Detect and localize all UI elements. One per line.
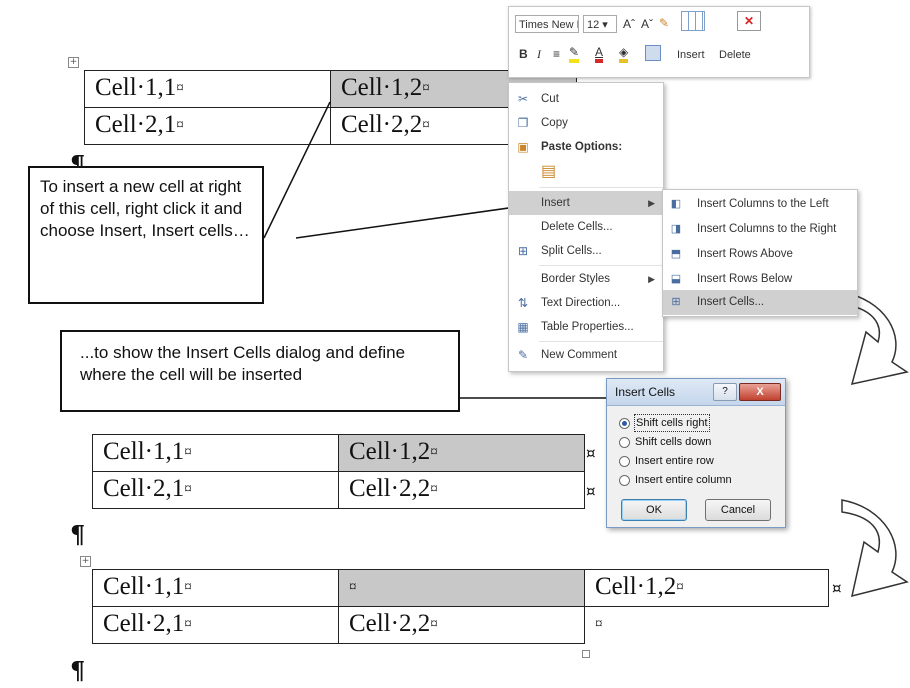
radio-label: Shift cells down: [635, 436, 712, 448]
menu-item-label: Cut: [541, 93, 559, 105]
insert-cells-icon: ⊞: [671, 296, 681, 308]
menu-item-label: New Comment: [541, 349, 618, 361]
menu-item-insert[interactable]: Insert ▶: [509, 191, 663, 215]
leader-line: [295, 202, 545, 239]
menu-item-cut[interactable]: ✂ Cut: [509, 87, 663, 111]
scissors-icon: ✂: [517, 92, 529, 106]
menu-item-insert-rows-below[interactable]: ⬓ Insert Rows Below: [663, 267, 857, 292]
submenu-arrow-icon: ▶: [648, 198, 655, 208]
radio-unchecked-icon: [619, 456, 630, 467]
insert-rows-above-icon: ⬒: [670, 248, 682, 260]
text-direction-icon: ⇅: [517, 296, 529, 310]
menu-item-label: Paste Options:: [541, 141, 623, 153]
menu-item-label: Copy: [541, 117, 568, 129]
menu-item-label: Insert Columns to the Left: [697, 198, 829, 210]
menu-item-insert-cells[interactable]: ⊞ Insert Cells...: [663, 290, 857, 315]
center-align-icon[interactable]: ≡: [553, 47, 560, 61]
menu-item-label: Insert Columns to the Right: [697, 223, 837, 235]
radio-insert-entire-row[interactable]: Insert entire row: [619, 453, 779, 469]
italic-icon[interactable]: I: [537, 47, 541, 61]
borders-icon[interactable]: [645, 45, 661, 61]
menu-item-label: Delete Cells...: [541, 221, 613, 233]
menu-item-label: Table Properties...: [541, 321, 634, 333]
ok-button[interactable]: OK: [621, 499, 687, 521]
paste-keep-formatting-icon[interactable]: ▤: [541, 161, 563, 183]
font-size-box[interactable]: 12 ▾: [583, 15, 617, 33]
leader-line: [263, 101, 331, 239]
menu-item-insert-rows-above[interactable]: ⬒ Insert Rows Above: [663, 242, 857, 267]
split-cells-icon: ⊞: [517, 244, 529, 258]
dialog-title-bar[interactable]: Insert Cells ? X: [607, 379, 785, 406]
radio-checked-icon: [619, 418, 630, 429]
comment-icon: ✎: [517, 348, 529, 362]
radio-label: Insert entire column: [635, 474, 732, 486]
menu-separator: [539, 187, 663, 188]
menu-item-label: Insert Cells...: [697, 296, 765, 308]
delete-label[interactable]: Delete: [719, 49, 751, 61]
menu-item-copy[interactable]: ❐ Copy: [509, 111, 663, 135]
menu-separator: [539, 341, 663, 342]
menu-item-label: Insert: [541, 197, 570, 209]
grow-font-icon[interactable]: Aˆ: [623, 17, 635, 31]
menu-separator: [539, 265, 663, 266]
insert-label[interactable]: Insert: [677, 49, 705, 61]
insert-columns-right-icon: ◨: [670, 223, 682, 235]
insert-submenu: ◧ Insert Columns to the Left ◨ Insert Co…: [662, 189, 858, 317]
radio-shift-cells-down[interactable]: Shift cells down: [619, 434, 779, 450]
insert-table-icon[interactable]: [681, 11, 705, 31]
radio-insert-entire-column[interactable]: Insert entire column: [619, 472, 779, 488]
dialog-title: Insert Cells: [615, 385, 676, 399]
menu-item-text-direction[interactable]: ⇅ Text Direction...: [509, 291, 663, 315]
paste-icon: ▣: [517, 140, 529, 154]
font-name-value: Times New Ro: [519, 19, 578, 31]
menu-item-insert-columns-left[interactable]: ◧ Insert Columns to the Left: [663, 192, 857, 217]
menu-item-label: Border Styles: [541, 273, 611, 285]
font-size-value: 12: [587, 19, 600, 31]
bold-icon[interactable]: B: [519, 47, 528, 61]
help-button[interactable]: ?: [713, 383, 737, 401]
format-painter-icon[interactable]: ✎: [659, 16, 669, 30]
font-name-box[interactable]: Times New Ro ▾: [515, 15, 579, 33]
copy-icon: ❐: [517, 116, 529, 130]
close-button[interactable]: X: [739, 383, 781, 401]
menu-item-border-styles[interactable]: Border Styles ▶: [509, 267, 663, 291]
menu-item-label: Split Cells...: [541, 245, 602, 257]
shading-icon[interactable]: ◈: [619, 45, 629, 63]
menu-item-label: Insert Rows Below: [697, 273, 793, 285]
shrink-font-icon[interactable]: Aˇ: [641, 17, 653, 31]
menu-item-label: Text Direction...: [541, 297, 621, 309]
curved-arrow-icon: [841, 499, 909, 598]
insert-rows-below-icon: ⬓: [670, 273, 682, 285]
radio-label: Insert entire row: [635, 455, 714, 467]
menu-item-label: Insert Rows Above: [697, 248, 793, 260]
menu-item-split-cells[interactable]: ⊞ Split Cells...: [509, 239, 663, 263]
annotation-overlay: [263, 101, 909, 598]
menu-item-insert-columns-right[interactable]: ◨ Insert Columns to the Right: [663, 217, 857, 242]
radio-shift-cells-right[interactable]: Shift cells right: [619, 414, 779, 432]
insert-cells-dialog: Insert Cells ? X Shift cells right Shift…: [606, 378, 786, 528]
highlight-icon[interactable]: ✎: [569, 45, 580, 63]
delete-table-icon[interactable]: ✕: [737, 11, 761, 31]
submenu-arrow-icon: ▶: [648, 274, 655, 284]
font-color-icon[interactable]: A: [595, 45, 604, 63]
menu-item-paste-options: ▣ Paste Options:: [509, 135, 663, 159]
radio-unchecked-icon: [619, 475, 630, 486]
table-properties-icon: ▦: [517, 320, 529, 334]
radio-unchecked-icon: [619, 437, 630, 448]
menu-item-table-properties[interactable]: ▦ Table Properties...: [509, 315, 663, 339]
context-menu: ✂ Cut ❐ Copy ▣ Paste Options: ▤ Insert ▶…: [508, 82, 664, 372]
cancel-button[interactable]: Cancel: [705, 499, 771, 521]
insert-columns-left-icon: ◧: [670, 198, 682, 210]
menu-item-new-comment[interactable]: ✎ New Comment: [509, 343, 663, 367]
mini-toolbar: Times New Ro ▾ 12 ▾ Aˆ Aˇ ✎ ✕ B I ≡ ✎ A …: [508, 6, 810, 78]
menu-item-delete-cells[interactable]: Delete Cells...: [509, 215, 663, 239]
radio-label: Shift cells right: [634, 414, 710, 432]
